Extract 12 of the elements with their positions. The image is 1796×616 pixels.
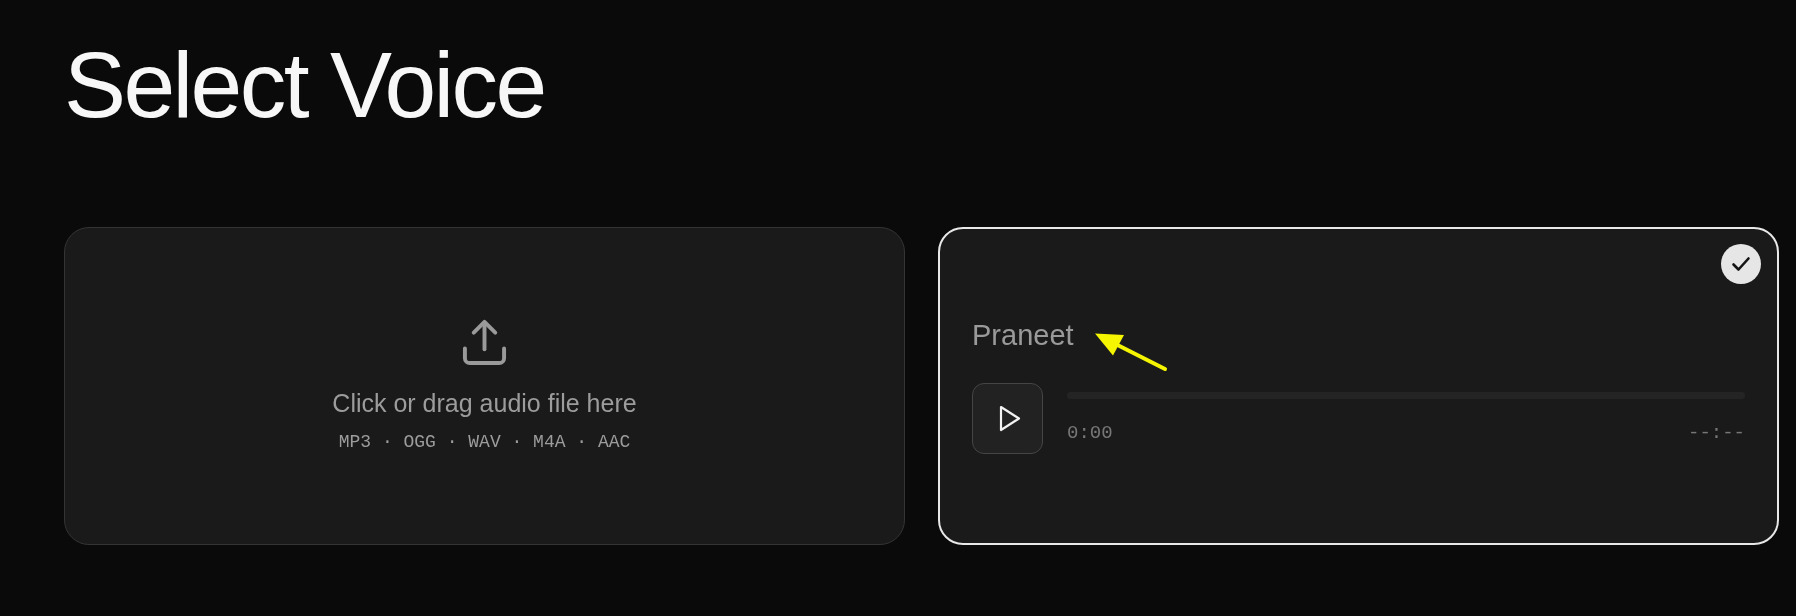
voice-card[interactable]: Praneet 0:00 --:--	[938, 227, 1779, 545]
elapsed-time: 0:00	[1067, 421, 1113, 445]
page-title: Select Voice	[64, 39, 545, 132]
play-button[interactable]	[972, 382, 1043, 454]
supported-formats: MP3 · OGG · WAV · M4A · AAC	[338, 431, 631, 454]
total-duration: --:--	[1688, 421, 1745, 445]
upload-dropzone[interactable]: Click or drag audio file here MP3 · OGG · WAV · M4A · AAC	[64, 227, 905, 545]
upload-icon	[461, 318, 508, 366]
voice-name: Praneet	[972, 318, 1074, 353]
upload-instruction: Click or drag audio file here	[332, 387, 637, 418]
check-icon	[1721, 244, 1761, 284]
play-icon	[998, 404, 1021, 432]
